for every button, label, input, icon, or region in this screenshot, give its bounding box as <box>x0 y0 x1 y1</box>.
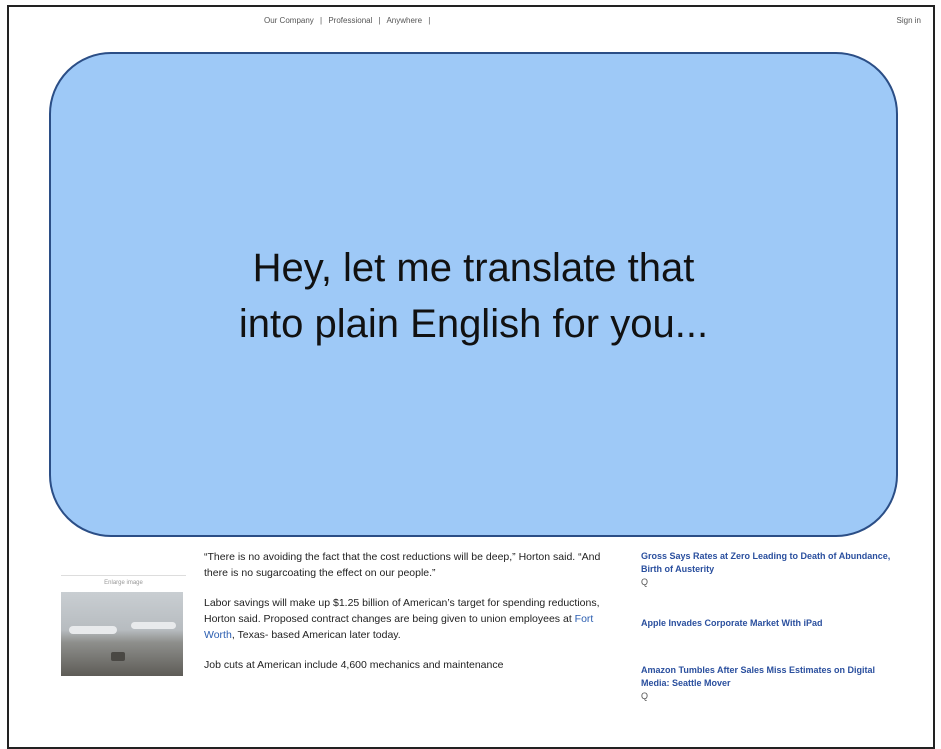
nav-separator: | <box>428 16 431 25</box>
nav-professional[interactable]: Professional <box>328 16 372 25</box>
nav-our-company[interactable]: Our Company <box>264 16 314 25</box>
related-news: Gross Says Rates at Zero Leading to Deat… <box>641 550 896 731</box>
article-paragraph: Labor savings will make up $1.25 billion… <box>204 595 624 643</box>
vehicle-shape <box>111 652 125 661</box>
article-paragraph: Job cuts at American include 4,600 mecha… <box>204 659 504 671</box>
airport-photo[interactable] <box>61 592 183 676</box>
left-blurred-link[interactable] <box>61 540 186 549</box>
quote-icon[interactable]: Q <box>641 691 896 701</box>
sign-in-link[interactable]: Sign in <box>897 16 921 25</box>
airplane-shape <box>69 626 117 634</box>
quote-icon[interactable]: Q <box>641 577 896 587</box>
left-blurred-link[interactable] <box>61 558 186 567</box>
headline-link[interactable]: Amazon Tumbles After Sales Miss Estimate… <box>641 664 896 690</box>
left-column: Enlarge image <box>61 522 186 696</box>
article-paragraph: “There is no avoiding the fact that the … <box>204 551 601 579</box>
top-nav: Our Company | Professional | Anywhere | <box>264 16 434 25</box>
headline-link[interactable]: Apple Invades Corporate Market With iPad <box>641 617 896 630</box>
headline-item: Amazon Tumbles After Sales Miss Estimate… <box>641 664 896 701</box>
callout-text: Hey, let me translate that into plain En… <box>51 240 896 352</box>
headline-link[interactable]: Gross Says Rates at Zero Leading to Deat… <box>641 550 896 576</box>
callout-line-2: into plain English for you... <box>238 302 709 346</box>
airplane-shape <box>131 622 176 629</box>
enlarge-image-link[interactable]: Enlarge image <box>61 575 186 586</box>
callout-line-1: Hey, let me translate that <box>252 246 695 290</box>
photo-caption <box>61 688 186 696</box>
article-body: “There is no avoiding the fact that the … <box>204 549 624 687</box>
nav-anywhere[interactable]: Anywhere <box>386 16 422 25</box>
paragraph-text: , Texas- based American later today. <box>231 629 401 641</box>
nav-separator: | <box>320 16 323 25</box>
callout-bubble: Hey, let me translate that into plain En… <box>49 52 898 537</box>
paragraph-text: Labor savings will make up $1.25 billion… <box>204 597 600 625</box>
nav-separator: | <box>378 16 381 25</box>
headline-item: Apple Invades Corporate Market With iPad <box>641 617 896 630</box>
headline-item: Gross Says Rates at Zero Leading to Deat… <box>641 550 896 587</box>
left-blurred-link[interactable] <box>61 549 186 558</box>
